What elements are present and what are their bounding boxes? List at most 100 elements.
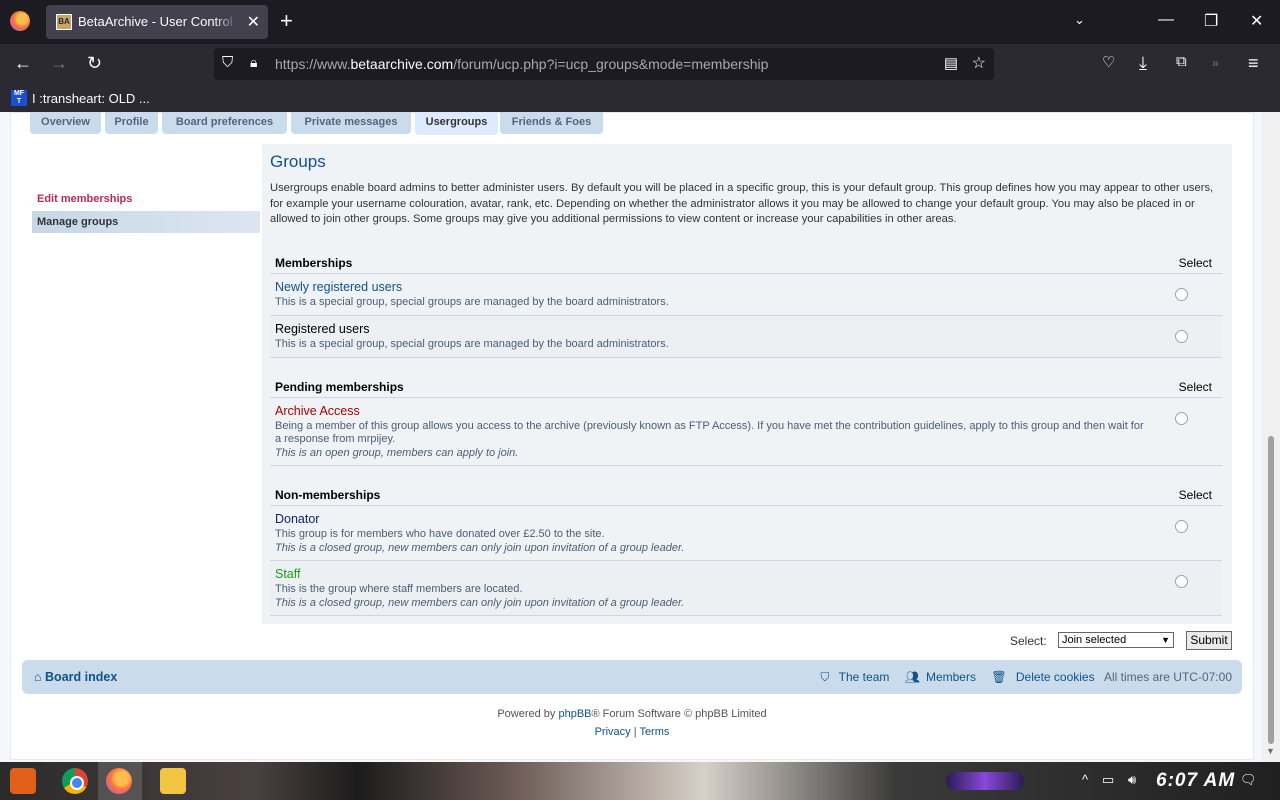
taskbar-clock[interactable]: 6:07 AM <box>1156 770 1235 792</box>
tracking-protection-shield-icon[interactable]: ⛉ <box>222 54 233 71</box>
url-host: betaarchive.com <box>350 56 454 72</box>
restore-window-icon[interactable]: ❐ <box>1204 11 1218 31</box>
group-radio[interactable] <box>1175 288 1188 301</box>
group-type-note: This is a closed group, new members can … <box>275 542 685 554</box>
scrollbar-thumb[interactable] <box>1268 436 1274 744</box>
group-link-archive-access[interactable]: Archive Access <box>275 404 360 418</box>
menu-manage-groups[interactable]: Manage groups <box>32 211 260 233</box>
group-description: This is a special group, special groups … <box>275 296 669 308</box>
bookmarks-toolbar: MF T I :transheart: OLD ... <box>0 84 1280 112</box>
phpbb-link[interactable]: phpBB <box>558 708 591 720</box>
ucp-side-menu: Edit memberships Manage groups <box>32 188 260 233</box>
trash-icon: 🗑︎ <box>991 670 1010 684</box>
group-radio[interactable] <box>1175 575 1188 588</box>
board-index-link[interactable]: ⌂ Board index <box>34 670 117 684</box>
group-radio[interactable] <box>1175 330 1188 343</box>
tab-usergroups[interactable]: Usergroups <box>415 112 498 135</box>
tab-title: BetaArchive - User Control Panel <box>78 14 238 29</box>
select-column-header: Select <box>1178 488 1212 502</box>
overflow-icon[interactable]: » <box>1212 56 1219 70</box>
taskbar-decoration <box>946 772 1024 790</box>
file-explorer-icon[interactable] <box>160 768 186 794</box>
hamburger-menu-icon[interactable]: ≡ <box>1248 53 1259 74</box>
team-label: The team <box>838 670 890 684</box>
tab-private-messages[interactable]: Private messages <box>291 112 411 134</box>
select-column-header: Select <box>1178 380 1212 394</box>
notifications-icon[interactable]: 🗨︎ <box>1240 772 1257 788</box>
menu-edit-memberships[interactable]: Edit memberships <box>32 188 260 210</box>
action-dropdown-value: Join selected <box>1062 634 1127 646</box>
close-window-icon[interactable]: ✕ <box>1250 11 1263 31</box>
chrome-icon[interactable] <box>62 768 88 794</box>
scroll-down-arrow-icon[interactable]: ▼ <box>1266 746 1275 756</box>
bookmark-item[interactable]: I :transheart: OLD ... <box>32 91 150 106</box>
team-link[interactable]: ⛉ The team <box>814 670 889 684</box>
new-tab-icon[interactable]: + <box>280 9 293 33</box>
submit-button[interactable]: Submit <box>1186 631 1232 650</box>
members-link[interactable]: 👥︎ Members <box>899 670 976 684</box>
group-radio[interactable] <box>1175 520 1188 533</box>
forward-arrow-icon[interactable]: → <box>50 53 68 74</box>
address-bar[interactable]: ⛉ 🔒︎ https://www.betaarchive.com/forum/u… <box>214 48 994 80</box>
pending-memberships-title: Pending memberships <box>275 380 404 394</box>
site-favicon-icon: BA <box>56 14 72 30</box>
group-link-newly-registered-users[interactable]: Newly registered users <box>275 280 402 294</box>
tab-profile[interactable]: Profile <box>105 112 158 134</box>
downloads-icon[interactable]: ⤓ <box>1139 53 1147 74</box>
memberships-title: Memberships <box>275 256 353 270</box>
group-description: This group is for members who have donat… <box>275 528 605 540</box>
group-action-row: Select: Join selected ▼ Submit <box>990 630 1240 652</box>
list-all-tabs-icon[interactable]: ⌄ <box>1074 12 1085 28</box>
terms-link[interactable]: Terms <box>639 726 669 738</box>
delete-cookies-link[interactable]: 🗑︎ Delete cookies <box>985 670 1094 684</box>
padlock-icon[interactable]: 🔒︎ <box>250 54 257 71</box>
group-type-note: This is an open group, members can apply… <box>275 447 519 459</box>
group-type-note: This is a closed group, new members can … <box>275 597 685 609</box>
group-link-registered-users[interactable]: Registered users <box>275 322 370 336</box>
group-link-donator[interactable]: Donator <box>275 512 319 526</box>
bookmark-star-icon[interactable]: ☆ <box>972 53 986 73</box>
close-tab-icon[interactable]: ✕ <box>247 12 260 32</box>
network-icon[interactable]: ▭ <box>1102 772 1114 788</box>
url-text[interactable]: https://www.betaarchive.com/forum/ucp.ph… <box>275 56 768 72</box>
reader-view-icon[interactable]: ▤ <box>944 54 958 72</box>
group-description: Being a member of this group allows you … <box>275 420 1144 445</box>
page-scrollbar[interactable]: ▼ <box>1262 112 1280 762</box>
page-title: Groups <box>270 152 326 171</box>
table-row: Donator This group is for members who ha… <box>270 506 1222 561</box>
pending-memberships-table: Pending memberships Select Archive Acces… <box>270 374 1222 466</box>
tab-board-preferences[interactable]: Board preferences <box>162 112 287 134</box>
footer-navbar: ⌂ Board index ⛉ The team 👥︎ Members 🗑︎ De… <box>22 660 1242 694</box>
action-select-label: Select: <box>1010 634 1047 648</box>
firefox-menu-icon[interactable] <box>10 11 30 31</box>
pocket-icon[interactable]: ♡ <box>1102 53 1115 71</box>
group-description: This is the group where staff members ar… <box>275 583 523 595</box>
table-row: Registered users This is a special group… <box>270 316 1222 358</box>
group-radio[interactable] <box>1175 412 1188 425</box>
start-menu-icon[interactable] <box>10 768 36 794</box>
chevron-down-icon: ▼ <box>1161 635 1170 645</box>
separator: | <box>633 726 637 738</box>
tab-friends-foes[interactable]: Friends & Foes <box>500 112 603 134</box>
table-row: Staff This is the group where staff memb… <box>270 561 1222 616</box>
volume-icon[interactable]: 🔊︎ <box>1128 772 1136 788</box>
groups-panel: Groups Usergroups enable board admins to… <box>262 144 1232 624</box>
privacy-link[interactable]: Privacy <box>595 726 631 738</box>
tab-overview[interactable]: Overview <box>30 112 101 134</box>
group-link-staff[interactable]: Staff <box>275 567 300 581</box>
reload-icon[interactable]: ↻ <box>87 53 102 74</box>
action-dropdown[interactable]: Join selected ▼ <box>1058 632 1174 648</box>
tray-chevron-up-icon[interactable]: ^ <box>1082 772 1088 787</box>
browser-tab-active[interactable]: BA BetaArchive - User Control Panel ✕ <box>46 5 268 39</box>
groups-intro-text: Usergroups enable board admins to better… <box>270 182 1214 225</box>
minimize-window-icon[interactable]: — <box>1158 11 1174 29</box>
page-viewport: Overview Profile Board preferences Priva… <box>0 112 1280 762</box>
extensions-puzzle-icon[interactable]: ⧉ <box>1176 53 1187 70</box>
bookmark-favicon-icon: MF T <box>11 90 27 106</box>
non-memberships-table: Non-memberships Select Donator This grou… <box>270 482 1222 616</box>
delete-cookies-label: Delete cookies <box>1015 670 1095 684</box>
url-path: /forum/ucp.php?i=ucp_groups&mode=members… <box>453 56 769 72</box>
back-arrow-icon[interactable]: ← <box>14 53 32 74</box>
table-row: Newly registered users This is a special… <box>270 274 1222 316</box>
firefox-taskbar-icon[interactable] <box>106 768 132 794</box>
